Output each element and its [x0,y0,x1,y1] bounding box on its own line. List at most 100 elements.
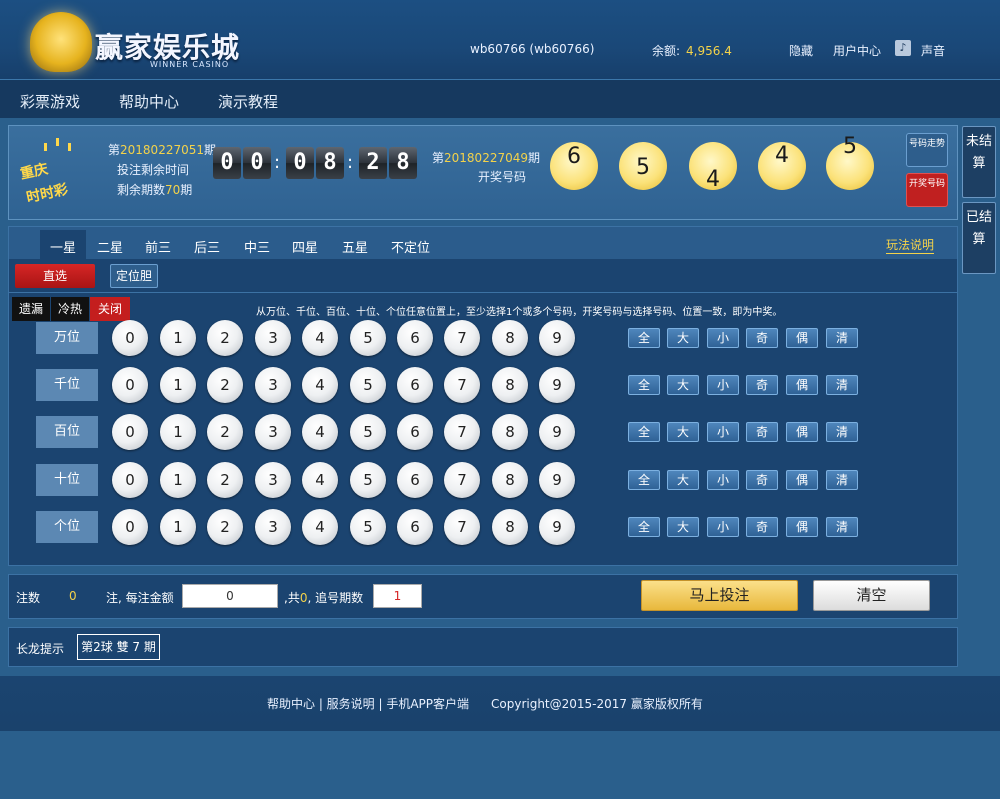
number-ball[interactable]: 4 [302,320,338,356]
tab-two-star[interactable]: 二星 [97,237,123,256]
sound-icon[interactable]: ♪ [895,40,911,56]
place-bet-button[interactable]: 马上投注 [641,580,798,611]
number-ball[interactable]: 1 [160,320,196,356]
quick-select-button[interactable]: 清 [826,470,858,490]
number-ball[interactable]: 7 [444,509,480,545]
number-ball[interactable]: 0 [112,414,148,450]
direct-select-button[interactable]: 直选 [15,264,95,288]
number-ball[interactable]: 7 [444,320,480,356]
quick-select-button[interactable]: 小 [707,375,739,395]
number-ball[interactable]: 6 [397,320,433,356]
number-ball[interactable]: 0 [112,509,148,545]
quick-select-button[interactable]: 小 [707,470,739,490]
number-ball[interactable]: 7 [444,414,480,450]
number-ball[interactable]: 1 [160,367,196,403]
number-ball[interactable]: 5 [350,509,386,545]
quick-select-button[interactable]: 清 [826,375,858,395]
clear-button[interactable]: 清空 [813,580,930,611]
tab-front-three[interactable]: 前三 [145,237,171,256]
long-dragon-item[interactable]: 第2球 雙 7 期 [77,634,160,660]
option-missing[interactable]: 遗漏 [12,297,50,321]
quick-select-button[interactable]: 奇 [746,375,778,395]
quick-select-button[interactable]: 偶 [786,375,818,395]
number-ball[interactable]: 4 [302,462,338,498]
quick-select-button[interactable]: 全 [628,470,660,490]
quick-select-button[interactable]: 奇 [746,328,778,348]
chase-periods-input[interactable]: 1 [373,584,422,608]
number-ball[interactable]: 3 [255,320,291,356]
number-ball[interactable]: 8 [492,414,528,450]
tab-unpositioned[interactable]: 不定位 [391,237,430,256]
tab-five-star[interactable]: 五星 [342,237,368,256]
number-ball[interactable]: 6 [397,509,433,545]
tab-middle-three[interactable]: 中三 [244,237,270,256]
tab-four-star[interactable]: 四星 [292,237,318,256]
number-ball[interactable]: 3 [255,462,291,498]
quick-select-button[interactable]: 清 [826,328,858,348]
number-ball[interactable]: 9 [539,462,575,498]
quick-select-button[interactable]: 小 [707,422,739,442]
user-center-link[interactable]: 用户中心 [833,42,881,59]
number-ball[interactable]: 0 [112,320,148,356]
quick-select-button[interactable]: 小 [707,517,739,537]
quick-select-button[interactable]: 奇 [746,422,778,442]
nav-demo-tutorial[interactable]: 演示教程 [218,91,278,112]
number-trend-button[interactable]: 号码走势 [906,133,948,167]
quick-select-button[interactable]: 全 [628,517,660,537]
quick-select-button[interactable]: 清 [826,422,858,442]
quick-select-button[interactable]: 偶 [786,517,818,537]
number-ball[interactable]: 5 [350,320,386,356]
number-ball[interactable]: 1 [160,462,196,498]
nav-help-center[interactable]: 帮助中心 [119,91,179,112]
footer-links[interactable]: 帮助中心 | 服务说明 | 手机APP客户端 [267,695,469,712]
nav-lottery-games[interactable]: 彩票游戏 [20,91,80,112]
quick-select-button[interactable]: 大 [667,470,699,490]
quick-select-button[interactable]: 大 [667,375,699,395]
number-ball[interactable]: 0 [112,367,148,403]
number-ball[interactable]: 3 [255,367,291,403]
number-ball[interactable]: 4 [302,367,338,403]
number-ball[interactable]: 7 [444,367,480,403]
number-ball[interactable]: 3 [255,414,291,450]
quick-select-button[interactable]: 小 [707,328,739,348]
number-ball[interactable]: 9 [539,414,575,450]
sound-label[interactable]: 声音 [921,42,945,59]
number-ball[interactable]: 0 [112,462,148,498]
bet-amount-input[interactable]: 0 [182,584,278,608]
quick-select-button[interactable]: 大 [667,328,699,348]
tab-unsettled[interactable]: 未结算 [962,126,996,198]
number-ball[interactable]: 4 [302,414,338,450]
number-ball[interactable]: 2 [207,414,243,450]
number-ball[interactable]: 5 [350,414,386,450]
number-ball[interactable]: 8 [492,320,528,356]
hide-balance-link[interactable]: 隐藏 [789,42,813,59]
draw-numbers-button[interactable]: 开奖号码 [906,173,948,207]
number-ball[interactable]: 2 [207,367,243,403]
number-ball[interactable]: 8 [492,509,528,545]
option-hot-cold[interactable]: 冷热 [51,297,89,321]
number-ball[interactable]: 6 [397,414,433,450]
number-ball[interactable]: 8 [492,367,528,403]
number-ball[interactable]: 9 [539,320,575,356]
quick-select-button[interactable]: 偶 [786,328,818,348]
quick-select-button[interactable]: 全 [628,422,660,442]
number-ball[interactable]: 5 [350,462,386,498]
number-ball[interactable]: 4 [302,509,338,545]
quick-select-button[interactable]: 大 [667,422,699,442]
tab-one-star[interactable]: 一星 [40,230,87,259]
number-ball[interactable]: 8 [492,462,528,498]
number-ball[interactable]: 5 [350,367,386,403]
number-ball[interactable]: 7 [444,462,480,498]
quick-select-button[interactable]: 清 [826,517,858,537]
number-ball[interactable]: 2 [207,462,243,498]
quick-select-button[interactable]: 偶 [786,422,818,442]
tab-back-three[interactable]: 后三 [194,237,220,256]
number-ball[interactable]: 2 [207,320,243,356]
number-ball[interactable]: 2 [207,509,243,545]
rules-link[interactable]: 玩法说明 [886,236,935,254]
number-ball[interactable]: 1 [160,509,196,545]
number-ball[interactable]: 6 [397,367,433,403]
quick-select-button[interactable]: 奇 [746,470,778,490]
number-ball[interactable]: 9 [539,367,575,403]
number-ball[interactable]: 9 [539,509,575,545]
